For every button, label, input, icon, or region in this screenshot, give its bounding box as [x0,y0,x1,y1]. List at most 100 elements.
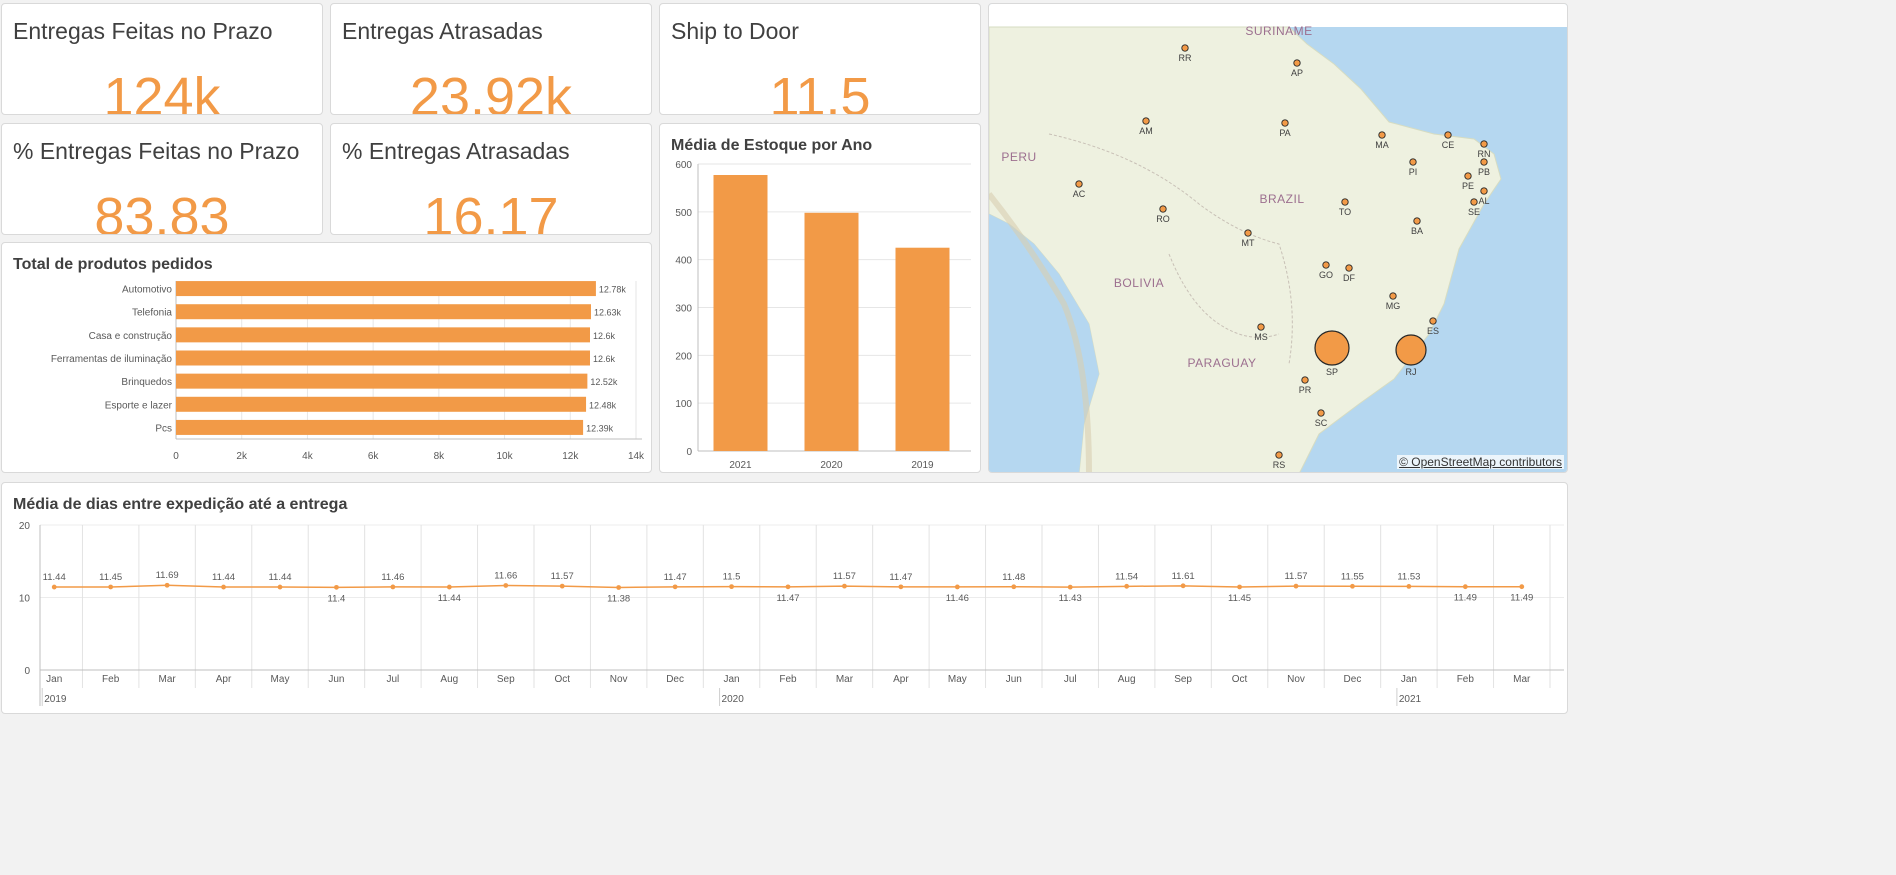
x-tick-label: Nov [610,674,628,685]
y-tick-label: 100 [675,399,692,410]
x-tick-label: Feb [102,674,120,685]
year-label: 2019 [44,694,67,705]
state-marker [1322,261,1330,269]
kpi-card-on-time-pct[interactable]: % Entregas Feitas no Prazo 83.83 [1,123,323,235]
y-tick-label: 500 [675,208,692,219]
data-point [390,584,396,590]
state-marker [1075,180,1083,188]
country-label: BOLIVIA [1114,276,1164,290]
x-tick-label: Dec [1344,674,1362,685]
x-tick-label: May [948,674,967,685]
data-point [954,584,960,590]
data-point [1406,584,1412,589]
category-label: Automotivo [122,285,172,296]
stock-by-year-chart: 0 100 200 300 400 500 600 2021 2020 2019 [675,160,971,471]
stock-by-year-chart-card[interactable]: Média de Estoque por Ano 0 100 200 300 400 50… [659,123,981,473]
state-label: AM [1139,126,1153,136]
x-tick-label: 2020 [820,460,843,471]
state-marker [1293,59,1301,67]
y-tick-label: 0 [24,666,30,677]
data-label: 12.52k [590,377,618,387]
delivery-days-chart-card[interactable]: Média de dias entre expedição até a entr… [1,482,1568,714]
kpi-card-late-pct[interactable]: % Entregas Atrasadas 16.17 [330,123,652,235]
kpi-card-on-time[interactable]: Entregas Feitas no Prazo 124k [1,3,323,115]
data-point [221,584,226,590]
state-marker [1409,158,1417,166]
category-label: Esporte e lazer [105,400,173,411]
kpi-card-late[interactable]: Entregas Atrasadas 23.92k [330,3,652,115]
x-tick-label: 8k [434,451,446,462]
state-marker [1480,140,1488,148]
kpi-value: 83.83 [94,187,230,235]
x-tick-label: 10k [497,451,514,462]
data-point [1237,584,1242,590]
x-tick-label: Sep [1174,674,1192,685]
data-label: 11.66 [494,570,517,581]
bar [804,212,859,451]
state-marker [1142,117,1150,125]
category-label: Brinquedos [121,377,172,388]
x-tick-label: Mar [1513,674,1531,685]
products-ordered-chart: 0 2k 4k 6k 8k 10k 12k 14k Automotivo 12.78k Telefo… [51,281,645,462]
x-tick-label: 2019 [911,460,934,471]
data-label: 12.78k [599,285,627,295]
state-label: TO [1339,207,1351,217]
x-tick-label: Nov [1287,674,1305,685]
data-label: 12.6k [593,354,616,364]
data-label: 11.4 [328,593,346,604]
y-tick-label: 400 [675,256,692,267]
data-label: 11.45 [99,572,122,583]
data-label: 11.55 [1341,571,1364,582]
country-label: SURINAME [1245,24,1312,38]
x-tick-label: 2k [236,451,248,462]
data-label: 11.57 [1284,571,1307,582]
data-point [277,584,283,590]
data-label: 11.69 [156,570,179,581]
state-marker [1389,292,1397,300]
state-label: AC [1073,189,1086,199]
state-label: CE [1442,140,1455,150]
x-tick-label: Jan [723,674,739,685]
data-point [1350,583,1355,589]
data-label: 12.63k [594,308,622,318]
brazil-map-card[interactable]: SURINAME PERU BRAZIL BOLIVIA PARAGUAY RR AP AM P… [988,3,1568,473]
state-marker [1281,119,1289,127]
data-label: 12.48k [589,400,617,410]
state-label: SC [1315,418,1328,428]
state-label: RN [1478,149,1491,159]
data-label: 11.38 [607,593,630,604]
products-ordered-chart-card[interactable]: Total de produtos pedidos 0 2k 4k 6k 8k 10k 12… [1,242,652,473]
state-marker [1470,198,1478,206]
category-label: Ferramentas de iluminação [51,354,173,365]
x-tick-label: Apr [216,674,232,685]
data-label: 11.45 [1228,593,1251,604]
state-label: PB [1478,167,1490,177]
x-tick-label: Mar [158,674,176,685]
kpi-card-ship-to-door[interactable]: Ship to Door 11.5 [659,3,981,115]
country-label: PERU [1001,150,1036,164]
x-tick-label: Feb [779,674,797,685]
data-label: 11.44 [43,572,66,583]
x-tick-label: 2021 [729,460,752,471]
category-label: Pcs [155,423,172,434]
x-tick-label: Sep [497,674,515,685]
state-label: RR [1179,53,1192,63]
state-label: AP [1291,68,1303,78]
state-marker [1257,323,1265,331]
x-tick-label: 12k [562,451,579,462]
state-label: PI [1409,167,1418,177]
data-label: 12.39k [586,423,614,433]
state-marker [1480,187,1488,195]
data-label: 11.46 [946,593,969,604]
state-marker [1378,131,1386,139]
state-marker [1314,330,1350,366]
map-attribution[interactable]: © OpenStreetMap contributors [1397,455,1564,469]
brazil-map[interactable]: SURINAME PERU BRAZIL BOLIVIA PARAGUAY RR AP AM P… [989,4,1568,473]
state-marker [1395,334,1427,366]
category-label: Telefonia [132,308,172,319]
kpi-value: 124k [103,67,221,115]
x-tick-label: May [271,674,290,685]
state-marker [1429,317,1437,325]
data-label: 11.47 [889,572,912,583]
kpi-title: Entregas Feitas no Prazo [13,18,273,44]
